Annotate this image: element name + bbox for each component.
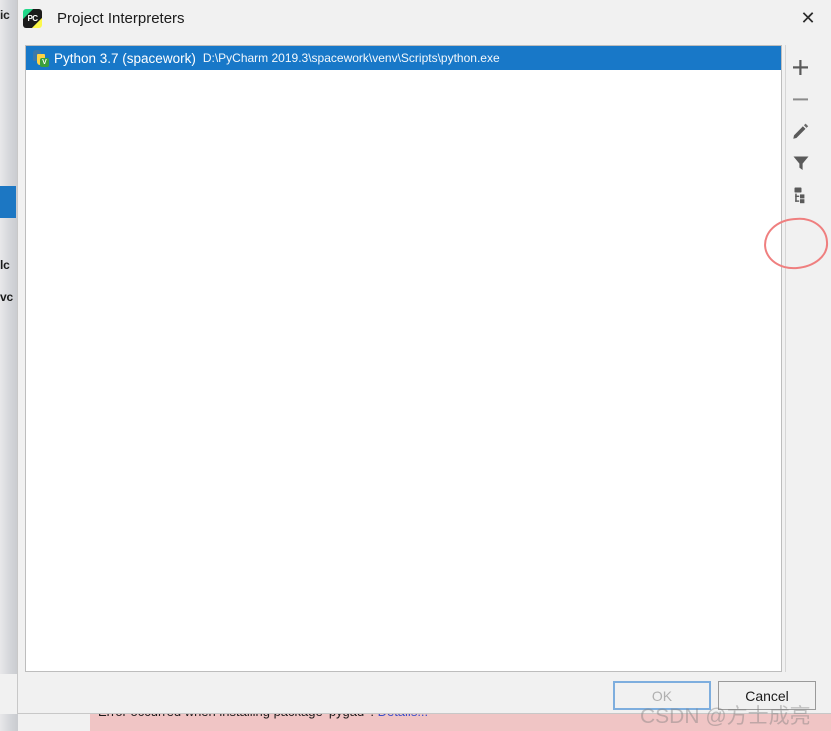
pycharm-icon-label: PC xyxy=(27,14,38,23)
hierarchy-icon xyxy=(792,186,810,204)
background-text-fragment-2: lc xyxy=(0,258,10,272)
background-text-fragment-1: ic xyxy=(0,8,10,22)
add-interpreter-button[interactable] xyxy=(787,51,815,83)
list-item[interactable]: V Python 3.7 (spacework) D:\PyCharm 2019… xyxy=(26,46,781,70)
funnel-icon xyxy=(792,154,810,172)
venv-badge-label: V xyxy=(40,58,49,67)
interpreter-list[interactable]: V Python 3.7 (spacework) D:\PyCharm 2019… xyxy=(25,45,782,672)
plus-icon xyxy=(792,59,809,76)
python-venv-icon: V xyxy=(32,50,49,67)
background-left-strip xyxy=(0,0,18,731)
dialog-button-row: OK Cancel xyxy=(18,681,831,714)
dialog-titlebar: PC Project Interpreters ✕ xyxy=(18,0,831,37)
dialog-title: Project Interpreters xyxy=(57,10,185,27)
ok-button[interactable]: OK xyxy=(613,681,711,710)
screen: ic lc vc Error occurred when installing … xyxy=(0,0,831,731)
background-text-fragment-3: vc xyxy=(0,290,13,304)
close-icon[interactable]: ✕ xyxy=(784,0,831,37)
cancel-button[interactable]: Cancel xyxy=(718,681,816,710)
pencil-icon xyxy=(792,122,810,140)
dialog-content: V Python 3.7 (spacework) D:\PyCharm 2019… xyxy=(25,45,830,672)
error-notification-bar: Error occurred when installing package '… xyxy=(90,713,831,731)
show-paths-button[interactable] xyxy=(787,179,815,211)
filter-button[interactable] xyxy=(787,147,815,179)
project-interpreters-dialog: PC Project Interpreters ✕ V Python 3.7 (… xyxy=(17,0,831,714)
remove-interpreter-button[interactable] xyxy=(787,83,815,115)
minus-icon xyxy=(792,91,809,108)
pycharm-icon: PC xyxy=(23,9,42,28)
interpreter-name: Python 3.7 (spacework) xyxy=(54,50,196,66)
edit-interpreter-button[interactable] xyxy=(787,115,815,147)
interpreter-path: D:\PyCharm 2019.3\spacework\venv\Scripts… xyxy=(202,51,500,65)
background-selected-item[interactable] xyxy=(0,186,16,218)
interpreter-toolbar xyxy=(785,45,815,672)
